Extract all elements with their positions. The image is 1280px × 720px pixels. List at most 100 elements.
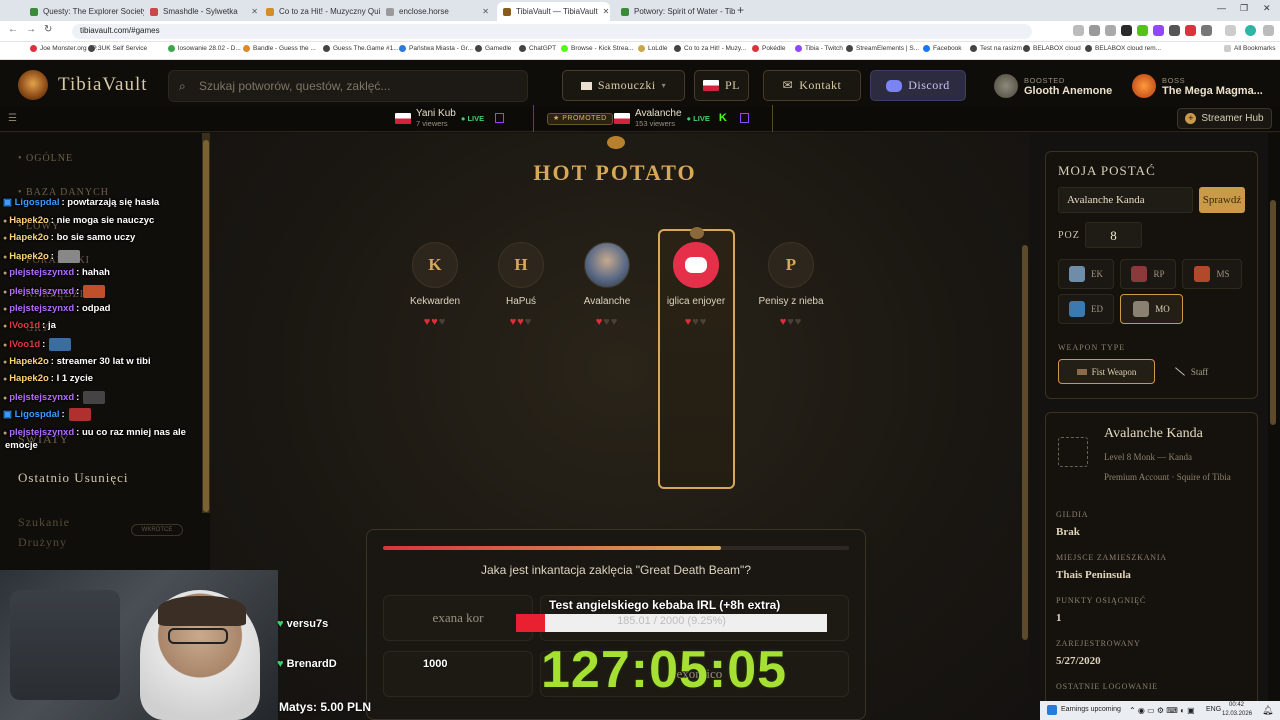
tray-icons[interactable]: ⌃ ◉ ▭ ⚙ ⌨ ◐ ▣ bbox=[1129, 706, 1195, 715]
browser-tab[interactable]: Smashdle - Sylwetka ✕ bbox=[144, 2, 264, 21]
extension-icon[interactable] bbox=[1185, 25, 1196, 36]
boosted-label: BOOSTED bbox=[1024, 75, 1065, 85]
streamer-hub-button[interactable]: + Streamer Hub bbox=[1177, 108, 1272, 129]
close-tab-icon[interactable]: ✕ bbox=[603, 7, 610, 16]
bookmark-item[interactable]: Bandle - Guess the ... bbox=[243, 45, 316, 52]
sidebar-item-recently-deleted[interactable]: Ostatnio Usunięci bbox=[18, 470, 129, 486]
browser-tab[interactable]: enclose.horse ✕ bbox=[380, 2, 495, 21]
my-character-title: Moja postać bbox=[1058, 163, 1156, 178]
close-tab-icon[interactable]: ✕ bbox=[251, 7, 258, 16]
character-name-input[interactable]: Avalanche Kanda bbox=[1058, 187, 1193, 213]
forward-icon[interactable]: → bbox=[26, 24, 36, 35]
chat-emote-icon bbox=[68, 408, 91, 421]
browser-tab[interactable]: Potwory: Spirit of Water - Tibia✕ bbox=[615, 2, 735, 21]
zoom-icon[interactable] bbox=[1073, 25, 1084, 36]
reload-icon[interactable]: ↻ bbox=[44, 24, 52, 35]
bookmark-item[interactable]: Gamedle bbox=[475, 45, 511, 52]
bookmark-item[interactable]: Pokédle bbox=[752, 45, 786, 52]
sidebar-item-party-finder[interactable]: Szukanie Drużyny bbox=[18, 512, 98, 552]
bookmark-item[interactable]: Facebook bbox=[923, 45, 962, 52]
earnings-widget[interactable]: Earnings upcoming bbox=[1061, 706, 1121, 713]
discord-button[interactable]: Discord bbox=[870, 70, 966, 101]
browser-tab[interactable]: Questy: The Explorer Society Q...✕ bbox=[24, 2, 144, 21]
bookmark-item[interactable]: BELABOX cloud rem... bbox=[1085, 45, 1161, 52]
bookmark-item[interactable]: Państwa Miasta - Gr... bbox=[399, 45, 473, 52]
bookmark-item[interactable]: BELABOX cloud bbox=[1023, 45, 1081, 52]
bookmark-item[interactable]: Guess The.Game #1... bbox=[323, 45, 399, 52]
vocation-ek-button[interactable]: EK bbox=[1058, 259, 1114, 289]
extensions-puzzle-icon[interactable] bbox=[1201, 25, 1212, 36]
staff-button[interactable]: Staff bbox=[1162, 359, 1220, 384]
close-tab-icon[interactable]: ✕ bbox=[482, 7, 489, 16]
menu-dots-icon[interactable] bbox=[1263, 25, 1274, 36]
vocation-ms-button[interactable]: MS bbox=[1182, 259, 1242, 289]
sidebar-item-general[interactable]: • Ogólne bbox=[18, 153, 73, 164]
tab-label: Smashdle - Sylwetka bbox=[163, 7, 238, 16]
page-scrollbar-thumb[interactable] bbox=[1270, 200, 1276, 425]
bookmark-star-icon[interactable] bbox=[1105, 25, 1116, 36]
bookmark-item[interactable]: losowanie 28.02 - D... bbox=[168, 45, 241, 52]
boosted-creature[interactable]: BOOSTED Glooth Anemone bbox=[994, 70, 1112, 102]
sidebar-item-label: Ogólne bbox=[26, 153, 74, 164]
vocation-ed-button[interactable]: ED bbox=[1058, 294, 1114, 324]
tibiavault-logo[interactable] bbox=[18, 70, 48, 100]
live-streamer-promoted[interactable]: Avalanche 153 viewers ● LIVE K bbox=[614, 108, 749, 128]
chat-username: plejstejszynxd bbox=[9, 267, 75, 278]
player-lives: ♥♥♥ bbox=[471, 316, 571, 328]
notification-bell-icon[interactable]: 🔔︎ bbox=[1262, 705, 1273, 716]
answer-option[interactable]: exana kor bbox=[383, 595, 533, 641]
search-bar[interactable]: ⌕ Szukaj potworów, questów, zaklęć... bbox=[168, 70, 528, 102]
check-character-button[interactable]: Sprawdź bbox=[1199, 187, 1245, 213]
extension-icon[interactable] bbox=[1121, 25, 1132, 36]
clock-date[interactable]: 12.03.2026 bbox=[1222, 711, 1252, 717]
bookmark-item[interactable]: Co to za Hit! - Muzy... bbox=[674, 45, 746, 52]
chat-text: : bbox=[76, 392, 80, 404]
bookmark-item[interactable]: Tibia - Twitch bbox=[795, 45, 843, 52]
maximize-icon[interactable]: ❐ bbox=[1240, 3, 1248, 14]
language-indicator[interactable]: ENG bbox=[1206, 706, 1221, 713]
bookmark-item[interactable]: Browse - Kick Strea... bbox=[561, 45, 634, 52]
sidepanel-icon[interactable] bbox=[1225, 25, 1236, 36]
tutorials-dropdown[interactable]: Samouczki ▾ bbox=[562, 70, 685, 101]
url-field[interactable]: tibiavault.com/#games bbox=[72, 24, 1032, 39]
bookmark-item[interactable]: ChatGPT bbox=[519, 45, 556, 52]
extension-icon[interactable] bbox=[1153, 25, 1164, 36]
bookmark-favicon-icon bbox=[846, 45, 853, 52]
vocation-rp-button[interactable]: RP bbox=[1120, 259, 1176, 289]
bookmark-item[interactable]: Test na rasizm bbox=[970, 45, 1022, 52]
back-icon[interactable]: ← bbox=[8, 24, 18, 35]
new-tab-button[interactable]: + bbox=[737, 3, 744, 17]
browser-tab-active[interactable]: TibiaVault — TibiaVault ✕ bbox=[497, 2, 610, 21]
all-bookmarks[interactable]: All Bookmarks bbox=[1224, 45, 1276, 52]
site-brand[interactable]: TibiaVault bbox=[58, 74, 148, 96]
widgets-icon[interactable] bbox=[1047, 705, 1057, 715]
chat-message: ● IVoo1d: bbox=[3, 338, 72, 351]
extension-icon[interactable] bbox=[1137, 25, 1148, 36]
cast-icon[interactable] bbox=[1089, 25, 1100, 36]
bookmark-item[interactable]: LoLdle bbox=[638, 45, 668, 52]
chat-text: : bbox=[50, 251, 54, 263]
profile-avatar[interactable] bbox=[1245, 25, 1256, 36]
hamburger-menu-icon[interactable]: ☰ bbox=[8, 113, 17, 124]
residence-label: Miejsce zamieszkania bbox=[1056, 553, 1167, 562]
mail-icon: ✉ bbox=[782, 78, 794, 92]
boosted-boss[interactable]: BOSS The Mega Magma... bbox=[1132, 70, 1263, 102]
close-window-icon[interactable]: ✕ bbox=[1263, 3, 1271, 14]
browser-tab[interactable]: Co to za Hit! - Muzyczny Quiz ...✕ bbox=[260, 2, 380, 21]
bookmark-item[interactable]: StreamElements | S... bbox=[846, 45, 919, 52]
bookmark-label: LoLdle bbox=[648, 45, 668, 52]
position-input[interactable]: 8 bbox=[1085, 222, 1142, 248]
fist-weapon-button[interactable]: Fist Weapon bbox=[1058, 359, 1155, 384]
answer-option[interactable] bbox=[383, 651, 533, 697]
language-selector[interactable]: PL bbox=[694, 70, 749, 101]
clock-time[interactable]: 00:42 bbox=[1229, 702, 1244, 708]
vocation-mo-button[interactable]: MO bbox=[1120, 294, 1183, 324]
sidebar-scrollbar-thumb[interactable] bbox=[203, 140, 209, 512]
minimize-icon[interactable]: — bbox=[1217, 3, 1226, 13]
live-streamer[interactable]: Yani Kub 7 viewers ● LIVE bbox=[395, 108, 505, 128]
main-scrollbar-thumb[interactable] bbox=[1022, 245, 1028, 640]
tab-favicon-icon bbox=[503, 7, 511, 16]
extension-icon[interactable] bbox=[1169, 25, 1180, 36]
bookmark-item[interactable]: 3UK Self Service bbox=[88, 45, 147, 52]
contact-button[interactable]: ✉ Kontakt bbox=[763, 70, 861, 101]
